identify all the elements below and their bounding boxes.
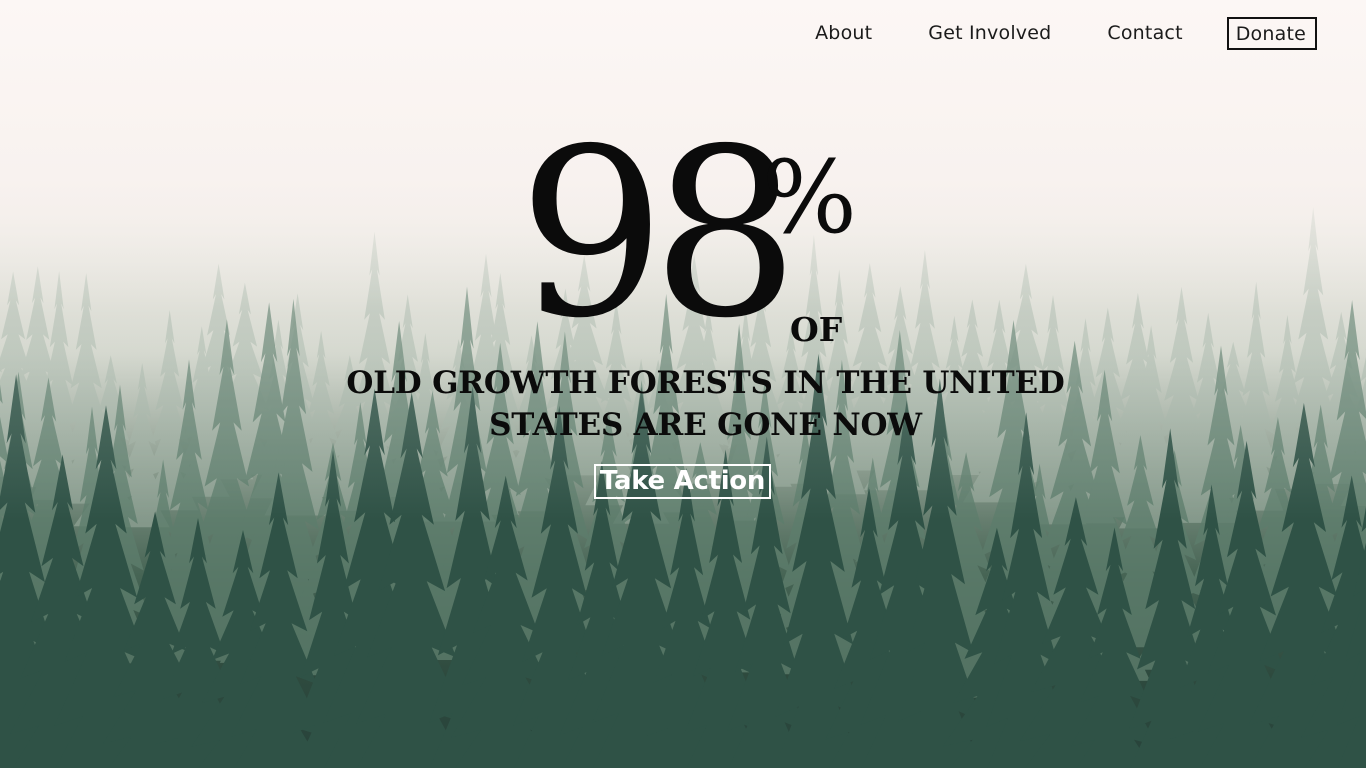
- stat-number: 98: [518, 99, 799, 369]
- hero-headline: OLD GROWTH FORESTS IN THE UNITED STATES …: [346, 365, 1065, 443]
- stat-percent-symbol: %: [762, 139, 858, 256]
- take-action-button[interactable]: Take Action: [594, 464, 771, 499]
- stat-suffix: OF: [790, 310, 843, 349]
- hero-section: 98 % OF OLD GROWTH FORESTS IN THE UNITED…: [0, 0, 1366, 768]
